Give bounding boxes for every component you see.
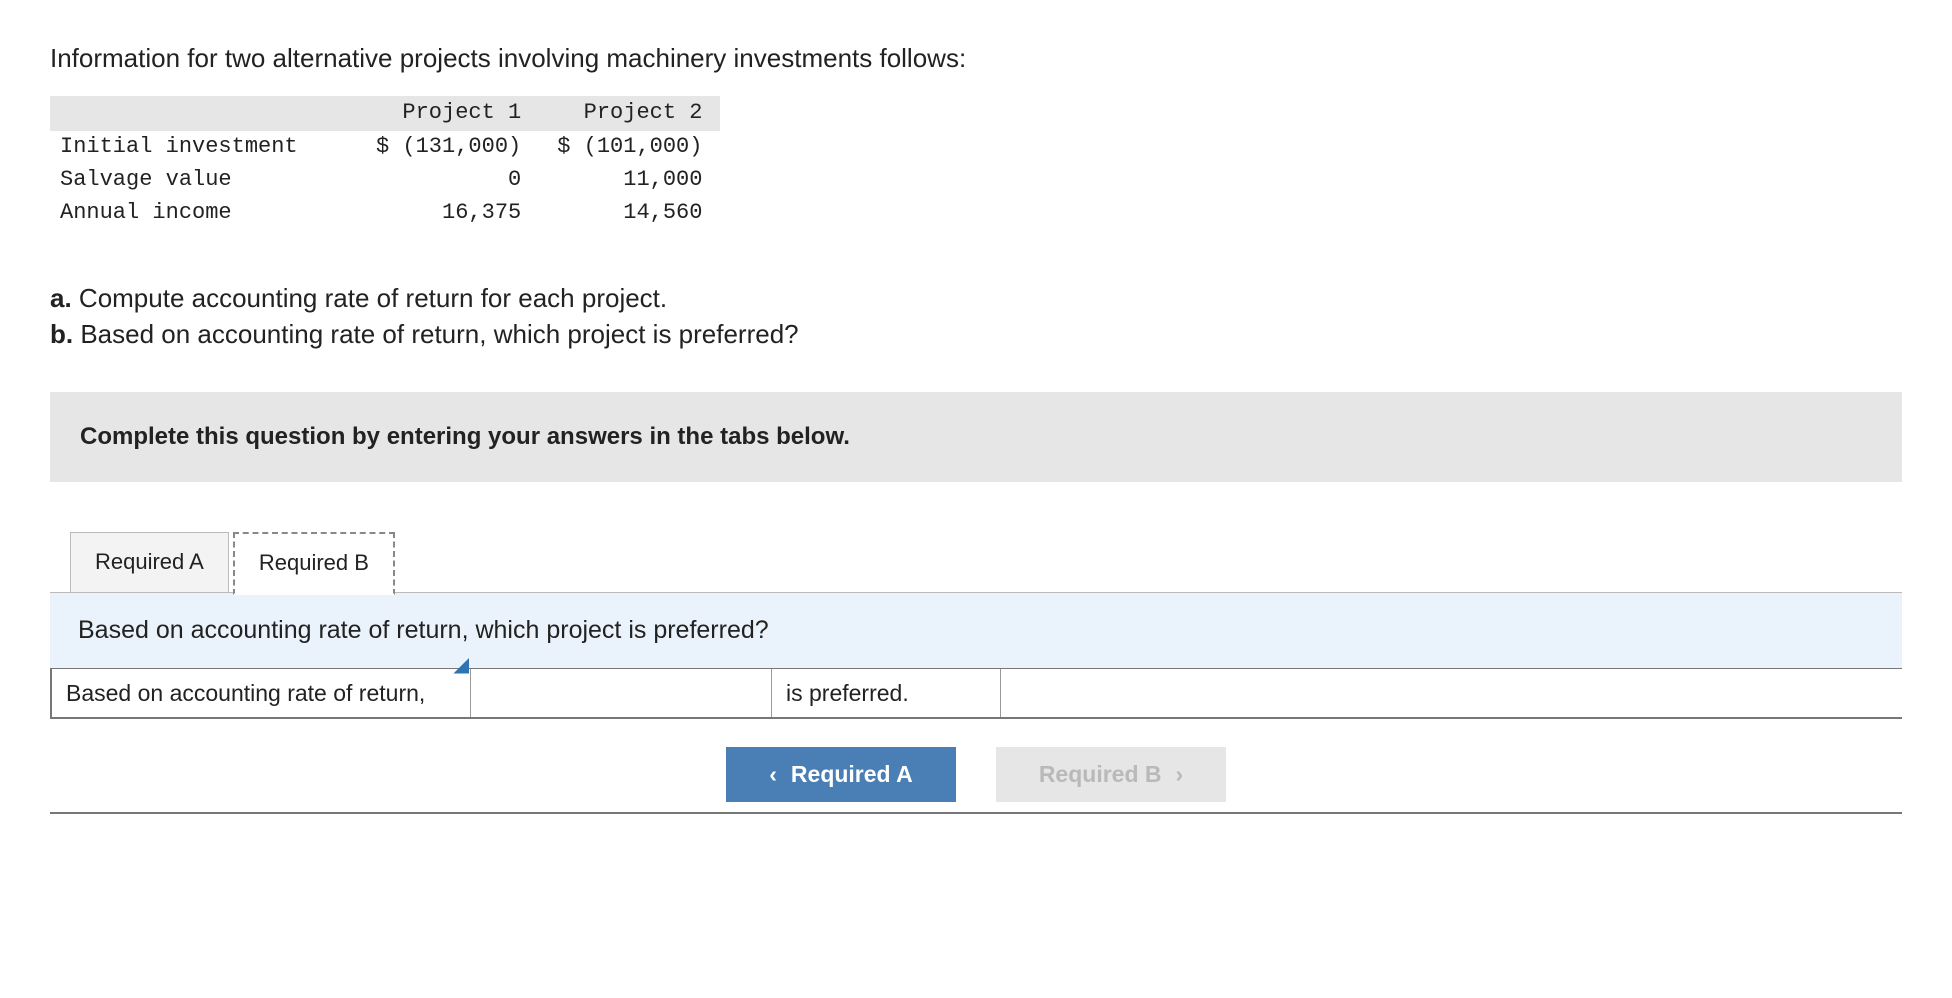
answer-row: Based on accounting rate of return, is p… <box>50 669 1902 719</box>
table-header-project1: Project 1 <box>358 96 539 131</box>
row-label: Salvage value <box>50 164 358 197</box>
prev-required-a-button[interactable]: ‹ Required A <box>726 747 956 802</box>
table-row: Salvage value 0 11,000 <box>50 164 720 197</box>
cell-value: 0 <box>358 164 539 197</box>
table-row: Initial investment $ (131,000) $ (101,00… <box>50 131 720 164</box>
cell-value: $ (131,000) <box>358 131 539 164</box>
answer-suffix-label: is preferred. <box>772 669 1001 717</box>
tab-prompt: Based on accounting rate of return, whic… <box>50 592 1902 669</box>
question-b-label: b. <box>50 319 73 349</box>
cell-value: 16,375 <box>358 197 539 230</box>
question-a-text: Compute accounting rate of return for ea… <box>72 283 667 313</box>
tab-required-b[interactable]: Required B <box>233 532 395 595</box>
question-list: a. Compute accounting rate of return for… <box>50 280 1902 353</box>
chevron-left-icon: ‹ <box>769 761 777 788</box>
table-header-blank <box>50 96 358 131</box>
project-data-table: Project 1 Project 2 Initial investment $… <box>50 96 720 229</box>
question-b-text: Based on accounting rate of return, whic… <box>73 319 799 349</box>
cell-value: 11,000 <box>539 164 720 197</box>
nav-row: ‹ Required A Required B › <box>50 719 1902 812</box>
project-select-dropdown[interactable] <box>471 669 772 717</box>
problem-intro: Information for two alternative projects… <box>50 40 1902 76</box>
table-row: Annual income 16,375 14,560 <box>50 197 720 230</box>
answer-prefix-label: Based on accounting rate of return, <box>50 669 471 717</box>
chevron-right-icon: › <box>1176 761 1184 788</box>
row-label: Annual income <box>50 197 358 230</box>
table-header-project2: Project 2 <box>539 96 720 131</box>
prev-button-label: Required A <box>791 761 913 788</box>
row-label: Initial investment <box>50 131 358 164</box>
next-button-label: Required B <box>1039 761 1162 788</box>
tab-required-a[interactable]: Required A <box>70 532 229 593</box>
tabs-row: Required A Required B <box>50 530 1902 593</box>
cell-value: $ (101,000) <box>539 131 720 164</box>
instruction-banner: Complete this question by entering your … <box>50 392 1902 482</box>
next-required-b-button[interactable]: Required B › <box>996 747 1226 802</box>
cell-value: 14,560 <box>539 197 720 230</box>
question-a-label: a. <box>50 283 72 313</box>
answer-container: Complete this question by entering your … <box>50 392 1902 814</box>
